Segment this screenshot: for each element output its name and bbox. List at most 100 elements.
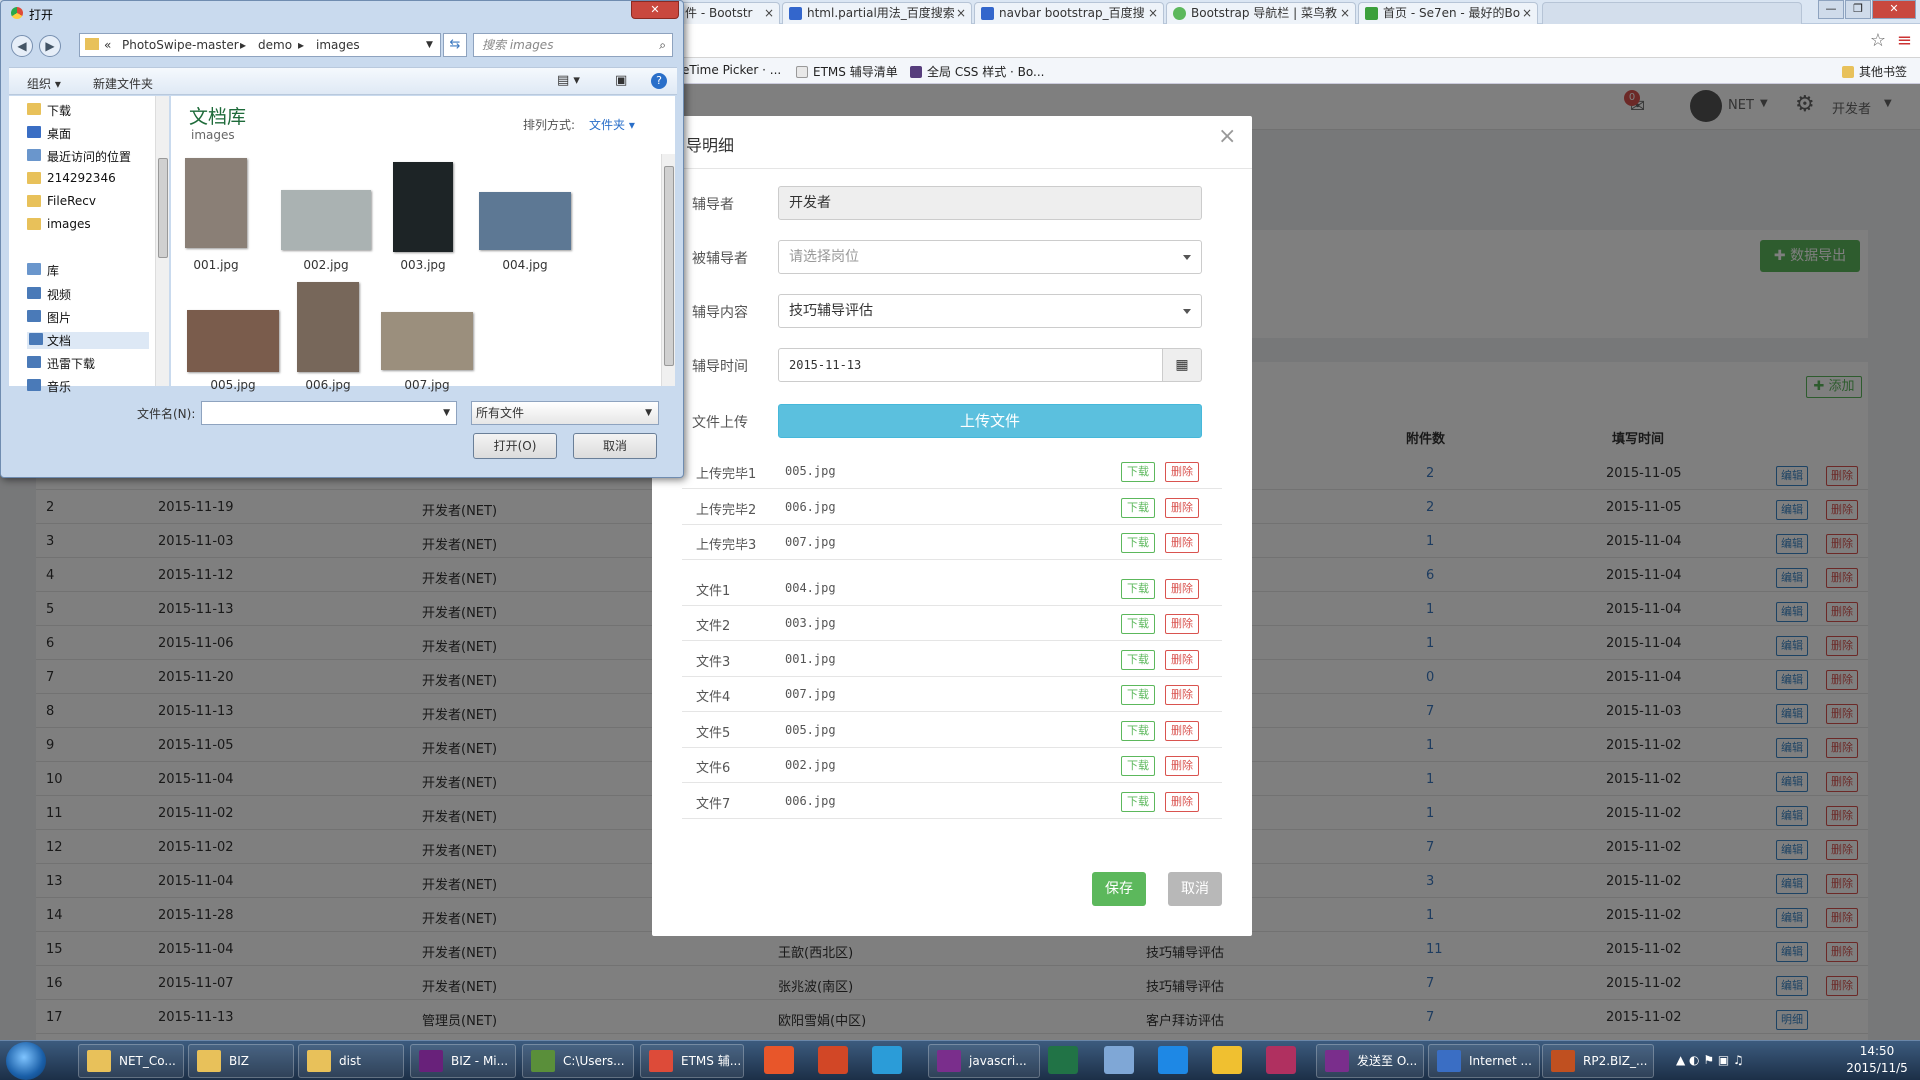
mentee-select[interactable]: 请选择岗位	[778, 240, 1202, 274]
close-icon[interactable]: ×	[1218, 124, 1236, 149]
pinned-app-icon[interactable]	[1104, 1046, 1134, 1074]
tab-close-icon[interactable]: ×	[956, 3, 966, 23]
tab-close-icon[interactable]: ×	[764, 3, 774, 23]
taskbar-item[interactable]: BIZ - Mi...	[410, 1044, 516, 1078]
path-breadcrumb[interactable]: « PhotoSwipe-master ▸ demo ▸ images ▼	[79, 33, 441, 57]
breadcrumb-item[interactable]: images	[316, 34, 360, 56]
download-button[interactable]: 下载	[1121, 533, 1155, 553]
refresh-icon[interactable]: ⇆	[443, 33, 467, 57]
pinned-app-icon[interactable]	[1158, 1046, 1188, 1074]
scroll-thumb[interactable]	[664, 166, 674, 366]
filename-input[interactable]: ▼	[201, 401, 457, 425]
delete-file-button[interactable]: 删除	[1165, 720, 1199, 741]
taskbar-item[interactable]: RP2.BIZ_...	[1542, 1044, 1654, 1078]
help-icon[interactable]: ?	[651, 73, 667, 89]
download-button[interactable]: 下载	[1121, 497, 1155, 518]
start-button[interactable]	[6, 1042, 46, 1080]
tree-item[interactable]: 最近访问的位置	[27, 148, 131, 165]
download-button[interactable]: 下载	[1121, 578, 1155, 599]
browser-tab[interactable]: html.partial用法_百度搜索 ×	[782, 2, 972, 24]
tree-item[interactable]: 桌面	[27, 125, 71, 142]
taskbar-item[interactable]: dist	[298, 1044, 404, 1078]
taskbar-item[interactable]: NET_Co...	[78, 1044, 184, 1078]
tree-item[interactable]: 迅雷下载	[27, 355, 95, 372]
download-button[interactable]: 下载	[1121, 791, 1155, 812]
close-window-icon[interactable]: ✕	[1872, 0, 1916, 19]
bookmark-item[interactable]: 全局 CSS 样式 · Bo...	[910, 63, 1045, 80]
delete-file-button[interactable]: 删除	[1165, 462, 1199, 482]
delete-file-button[interactable]: 删除	[1165, 578, 1199, 599]
taskbar-item[interactable]: 发送至 O...	[1316, 1044, 1424, 1078]
delete-file-button[interactable]: 删除	[1165, 756, 1199, 776]
clock-date[interactable]: 2015/11/5	[1840, 1061, 1914, 1075]
scroll-thumb[interactable]	[158, 158, 168, 258]
tab-close-icon[interactable]: ×	[1522, 3, 1532, 23]
delete-file-button[interactable]: 删除	[1165, 791, 1199, 812]
preview-pane-icon[interactable]: ▣	[615, 73, 627, 88]
tree-item[interactable]: 下载	[27, 102, 71, 119]
download-button[interactable]: 下载	[1121, 649, 1155, 670]
date-input[interactable]: 2015-11-13	[778, 348, 1163, 382]
breadcrumb-item[interactable]: demo	[258, 34, 292, 56]
clock-time[interactable]: 14:50	[1840, 1044, 1914, 1058]
dialog-close-icon[interactable]: ✕	[631, 1, 679, 19]
bookmark-star-icon[interactable]: ☆	[1870, 30, 1886, 51]
maximize-icon[interactable]: ❐	[1845, 0, 1871, 19]
pinned-app-icon[interactable]	[1048, 1046, 1078, 1074]
bookmark-item[interactable]: ETMS 辅导清单	[796, 63, 898, 80]
download-button[interactable]: 下载	[1121, 614, 1155, 634]
tree-item[interactable]: 214292346	[27, 171, 116, 185]
delete-file-button[interactable]: 删除	[1165, 685, 1199, 705]
tree-item[interactable]: 视频	[27, 286, 71, 303]
view-icon[interactable]: ▤ ▾	[557, 73, 580, 88]
delete-file-button[interactable]: 删除	[1165, 614, 1199, 634]
search-input[interactable]: 搜索 images ⌕	[473, 33, 673, 57]
open-button[interactable]: 打开(O)	[473, 433, 557, 459]
tab-close-icon[interactable]: ×	[1340, 3, 1350, 23]
forward-icon[interactable]: ▶	[39, 35, 61, 57]
organize-menu[interactable]: 组织 ▾	[27, 75, 61, 92]
tree-item[interactable]: FileRecv	[27, 194, 96, 208]
taskbar-item[interactable]: BIZ	[188, 1044, 294, 1078]
taskbar-item[interactable]: Internet ...	[1428, 1044, 1540, 1078]
tree-item[interactable]: 文档	[27, 332, 149, 349]
calendar-icon[interactable]: ▦	[1162, 348, 1202, 382]
tray-icons[interactable]: ▲ ◐ ⚑ ▣ ♫	[1676, 1053, 1744, 1067]
back-icon[interactable]: ◀	[11, 35, 33, 57]
upload-button[interactable]: 上传文件	[778, 404, 1202, 438]
pinned-app-icon[interactable]	[764, 1046, 794, 1074]
browser-tab-blurred[interactable]	[1542, 2, 1802, 24]
save-button[interactable]: 保存	[1092, 872, 1146, 906]
tree-item[interactable]: 图片	[27, 309, 71, 326]
pinned-app-icon[interactable]	[818, 1046, 848, 1074]
content-select[interactable]: 技巧辅导评估	[778, 294, 1202, 328]
file-type-select[interactable]: 所有文件 ▼	[471, 401, 659, 425]
pinned-app-icon[interactable]	[1266, 1046, 1296, 1074]
taskbar-item[interactable]: ETMS 辅...	[640, 1044, 744, 1078]
delete-file-button[interactable]: 删除	[1165, 497, 1199, 518]
download-button[interactable]: 下载	[1121, 720, 1155, 741]
cancel-dialog-button[interactable]: 取消	[573, 433, 657, 459]
taskbar-item[interactable]: C:\Users...	[522, 1044, 634, 1078]
tree-item[interactable]: 音乐	[27, 378, 71, 395]
pinned-app-icon[interactable]	[872, 1046, 902, 1074]
delete-file-button[interactable]: 删除	[1165, 533, 1199, 553]
tree-scrollbar[interactable]	[155, 96, 169, 386]
browser-tab[interactable]: navbar bootstrap_百度搜 ×	[974, 2, 1164, 24]
tree-item[interactable]: images	[27, 217, 91, 231]
taskbar-item[interactable]: javascri...	[928, 1044, 1040, 1078]
breadcrumb-item[interactable]: PhotoSwipe-master	[122, 34, 239, 56]
minimize-icon[interactable]: —	[1818, 0, 1844, 19]
bookmark-item[interactable]: eTime Picker · ...	[682, 63, 781, 77]
tree-item-library[interactable]: 库	[27, 262, 59, 279]
cancel-button[interactable]: 取消	[1168, 872, 1222, 906]
new-folder-button[interactable]: 新建文件夹	[93, 75, 153, 92]
sort-dropdown[interactable]: 文件夹 ▾	[589, 116, 635, 133]
browser-tab[interactable]: 首页 - Se7en - 最好的Bo ×	[1358, 2, 1538, 24]
download-button[interactable]: 下载	[1121, 685, 1155, 705]
browser-tab[interactable]: Bootstrap 导航栏 | 菜鸟教 ×	[1166, 2, 1356, 24]
delete-file-button[interactable]: 删除	[1165, 649, 1199, 670]
file-scrollbar[interactable]	[661, 154, 675, 386]
menu-icon[interactable]: ≡	[1897, 30, 1912, 51]
chevron-down-icon[interactable]: ▼	[426, 34, 433, 56]
